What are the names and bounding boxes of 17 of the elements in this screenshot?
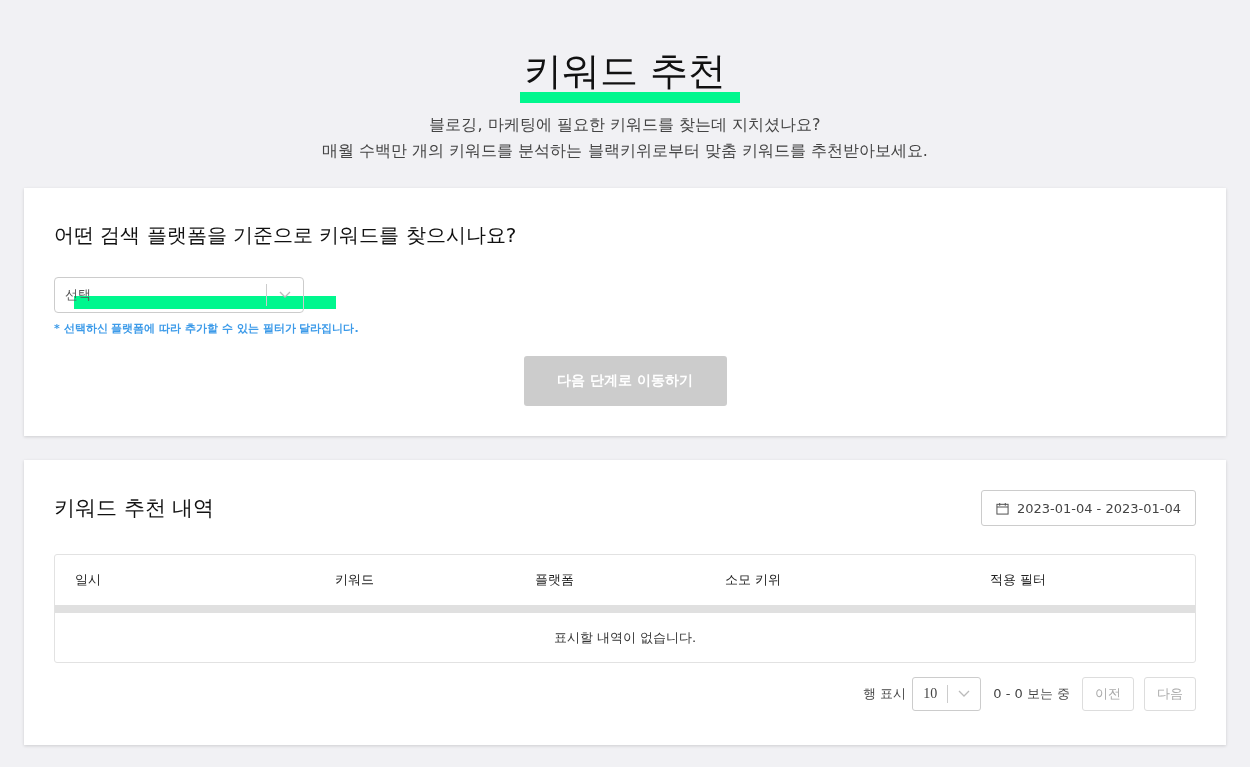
column-header: 소모 키위 [725,571,783,589]
range-text: 0 - 0 보는 중 [993,685,1070,703]
section-title: 키워드 추천 내역 [54,495,215,522]
column-header: 적용 필터 [990,571,1048,589]
empty-message: 표시할 내역이 없습니다. [552,629,698,647]
date-range-picker[interactable]: 2023-01-04 - 2023-01-04 [980,490,1196,526]
rows-label: 행 표시 [863,685,907,703]
column-header: 일시 [75,571,102,589]
column-header: 플랫폼 [535,571,575,589]
column-header: 키워드 [335,571,375,589]
subtitle-text: 블로깅, 마케팅에 필요한 키워드를 찾는데 지치셨나요? [429,114,821,136]
rows-select[interactable]: 10 [912,677,982,711]
page-title: 키워드 추천 [523,50,727,92]
hint-text: * 선택하신 플랫폼에 따라 추가할 수 있는 필터가 달라집니다. [54,321,360,336]
subtitle-text: 매월 수백만 개의 키워드를 분석하는 블랙키위로부터 맞춤 키워드를 추천받아보세요. [322,140,928,162]
calendar-icon [995,501,1009,515]
question-text: 어떤 검색 플랫폼을 기준으로 키워드를 찾으시나요? [54,222,518,249]
